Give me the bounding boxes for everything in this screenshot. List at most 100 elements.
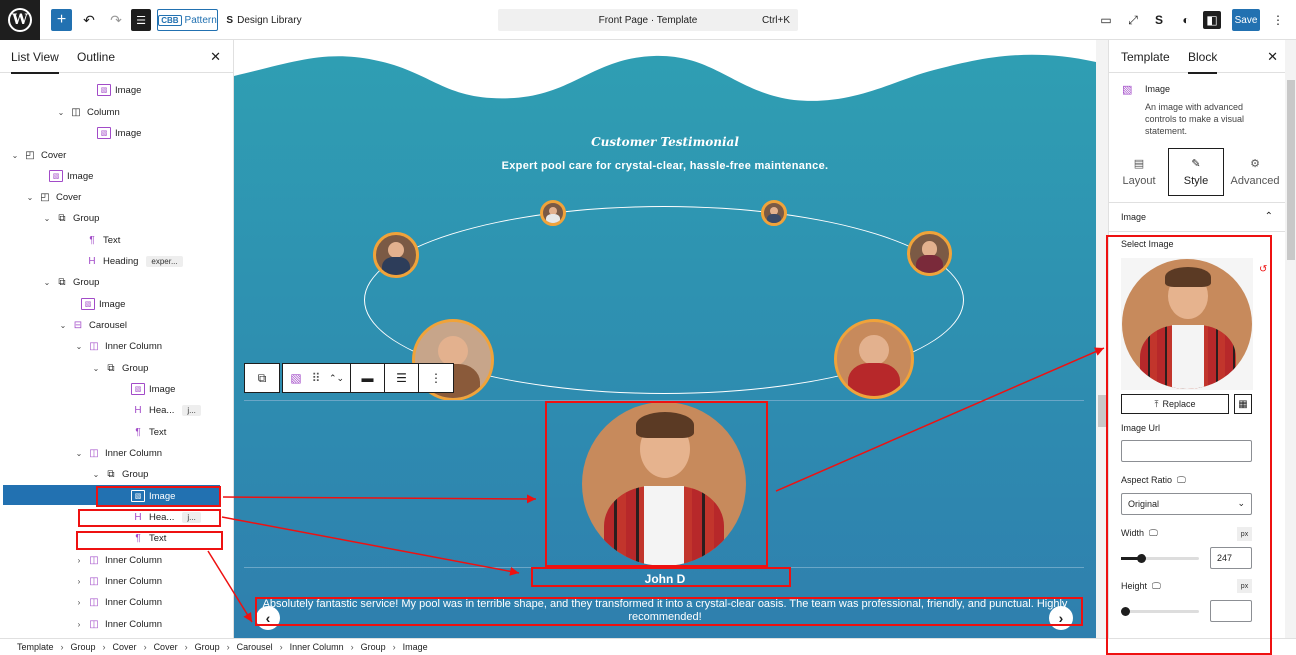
tab-layout[interactable]: ▤ Layout — [1111, 148, 1167, 196]
styles-icon[interactable]: ◐ — [1177, 11, 1195, 29]
image-section-header[interactable]: Image ⌃ — [1109, 202, 1285, 232]
avatar[interactable] — [834, 319, 914, 399]
breadcrumb-item[interactable]: Cover — [154, 642, 178, 652]
close-icon[interactable]: ✕ — [210, 49, 221, 65]
options-menu-icon[interactable]: ⋮ — [1269, 11, 1287, 29]
list-view-item-image[interactable]: ▧ Image — [84, 123, 141, 143]
height-unit-toggle[interactable]: px — [1237, 579, 1252, 593]
breadcrumb-item[interactable]: Template — [17, 642, 54, 652]
list-view-item-heading[interactable]: H Hea... j... — [118, 400, 201, 420]
width-slider[interactable] — [1121, 554, 1199, 563]
document-overview-button[interactable]: ☰ — [131, 9, 151, 31]
list-view-item-image[interactable]: ▧ Image — [84, 80, 141, 100]
settings-panel-toggle-icon[interactable]: ◧ — [1203, 11, 1221, 29]
breadcrumb-item[interactable]: Group — [361, 642, 386, 652]
tab-template[interactable]: Template — [1121, 50, 1170, 64]
options-icon[interactable]: ⋮ — [219, 491, 229, 502]
aspect-ratio-select[interactable]: Original ⌄ — [1121, 493, 1252, 515]
preview-device-icon[interactable]: ▭ — [1097, 11, 1115, 29]
list-view-item-carousel[interactable]: ⌄ ⊟ Carousel — [58, 315, 127, 335]
list-view-item-image[interactable]: ▧ Image — [68, 294, 125, 314]
drag-handle-icon[interactable]: ⠿ — [309, 363, 323, 393]
chevron-right-icon[interactable]: › — [74, 620, 84, 629]
cbb-pattern-button[interactable]: CBB Pattern — [157, 9, 218, 31]
breadcrumb-item[interactable]: Group — [71, 642, 96, 652]
list-view-item-cover[interactable]: ⌄ ◰ Cover — [25, 187, 82, 207]
chevron-down-icon[interactable]: ⌄ — [91, 364, 101, 373]
testimonial-image[interactable] — [582, 402, 746, 566]
carousel-next-button[interactable]: › — [1049, 606, 1073, 630]
breadcrumb-item[interactable]: Inner Column — [290, 642, 344, 652]
list-view-item-innercol[interactable]: › ◫ Inner Column — [74, 571, 162, 591]
breadcrumb-item[interactable]: Carousel — [237, 642, 273, 652]
list-view-item-column[interactable]: ⌄ ◫ Column — [56, 102, 120, 122]
chevron-right-icon[interactable]: › — [74, 598, 84, 607]
align-block-icon[interactable]: ▬ — [351, 363, 385, 393]
breadcrumb-item[interactable]: Image — [403, 642, 428, 652]
list-view-item-image[interactable]: ▧ Image ⋮ — [118, 486, 229, 506]
image-url-input[interactable] — [1121, 440, 1252, 462]
carousel-prev-button[interactable]: ‹ — [256, 606, 280, 630]
list-view-item-innercol[interactable]: › ◫ Inner Column — [74, 614, 162, 634]
list-view-item-group[interactable]: ⌄ ⧉ Group — [42, 208, 100, 228]
add-block-button[interactable]: + — [51, 9, 72, 31]
desktop-icon[interactable]: 🖵 — [1149, 528, 1158, 538]
chevron-down-icon[interactable]: ⌄ — [56, 108, 66, 117]
testimonial-name[interactable]: John D — [234, 572, 1096, 586]
list-view-item-text[interactable]: ¶ Text — [72, 230, 120, 250]
chevron-down-icon[interactable]: ⌄ — [42, 214, 52, 223]
image-preview[interactable] — [1121, 258, 1253, 390]
tab-block[interactable]: Block — [1188, 50, 1218, 74]
width-input[interactable]: 247 — [1210, 547, 1252, 569]
tab-advanced[interactable]: ⚙ Advanced — [1225, 148, 1285, 196]
desktop-icon[interactable]: 🖵 — [1177, 475, 1186, 485]
height-slider-handle[interactable] — [1121, 607, 1130, 616]
breadcrumb-item[interactable]: Group — [195, 642, 220, 652]
width-slider-handle[interactable] — [1136, 554, 1146, 563]
list-view-item-text[interactable]: ¶ Text — [118, 422, 166, 442]
list-view-item-innercol[interactable]: › ◫ Inner Column — [74, 592, 162, 612]
more-options-icon[interactable]: ⋮ — [419, 363, 453, 393]
undo-icon[interactable]: ↶ — [80, 9, 98, 31]
media-library-icon[interactable]: ▦ — [1234, 394, 1252, 414]
close-icon[interactable]: ✕ — [1267, 49, 1278, 65]
list-view-item-group[interactable]: ⌄ ⧉ Group — [91, 358, 149, 378]
avatar[interactable] — [540, 200, 566, 226]
chevron-right-icon[interactable]: › — [74, 556, 84, 565]
avatar[interactable] — [373, 232, 419, 278]
width-unit-toggle[interactable]: px — [1237, 527, 1252, 541]
chevron-down-icon[interactable]: ⌄ — [10, 151, 20, 160]
list-view-item-heading[interactable]: H Heading exper... — [72, 251, 183, 271]
height-slider[interactable] — [1121, 607, 1199, 616]
reset-icon[interactable]: ↺ — [1259, 264, 1267, 275]
align-text-icon[interactable]: ☰ — [385, 363, 419, 393]
wordpress-logo-button[interactable]: W — [0, 0, 40, 40]
list-view-item-cover[interactable]: ⌄ ◰ Cover — [10, 145, 67, 165]
replace-image-button[interactable]: ⤒ Replace — [1121, 394, 1229, 414]
avatar[interactable] — [907, 231, 952, 276]
tab-outline[interactable]: Outline — [77, 50, 115, 64]
tab-list-view[interactable]: List View — [11, 50, 59, 74]
tab-style[interactable]: ✎ Style — [1168, 148, 1224, 196]
spectra-icon[interactable]: S — [1150, 11, 1168, 29]
list-view-item-text[interactable]: ¶ Text — [118, 528, 166, 548]
desktop-icon[interactable]: 🖵 — [1152, 581, 1161, 591]
list-view-item-heading[interactable]: H Hea... j... — [118, 507, 201, 527]
chevron-down-icon[interactable]: ⌄ — [91, 470, 101, 479]
move-up-down-icon[interactable]: ⌃⌄ — [323, 363, 351, 393]
chevron-down-icon[interactable]: ⌄ — [58, 321, 68, 330]
chevron-down-icon[interactable]: ⌄ — [74, 449, 84, 458]
list-view-item-group[interactable]: ⌄ ⧉ Group — [42, 272, 100, 292]
command-palette-button[interactable]: Front Page · Template Ctrl+K — [498, 9, 798, 31]
list-view-item-innercol[interactable]: ⌄ ◫ Inner Column — [74, 443, 162, 463]
chevron-down-icon[interactable]: ⌄ — [25, 193, 35, 202]
height-input[interactable] — [1210, 600, 1252, 622]
breadcrumb-item[interactable]: Cover — [113, 642, 137, 652]
design-library-button[interactable]: S Design Library — [224, 9, 304, 31]
list-view-item-innercol[interactable]: › ◫ Inner Column — [74, 550, 162, 570]
canvas-scrollbar[interactable] — [1096, 40, 1108, 638]
editor-canvas[interactable]: Customer Testimonial Expert pool care fo… — [234, 40, 1096, 638]
block-transform-button[interactable]: ⧉ — [244, 363, 280, 393]
list-view-item-image[interactable]: ▧ Image — [118, 379, 175, 399]
open-site-icon[interactable]: ⤢ — [1124, 11, 1142, 29]
